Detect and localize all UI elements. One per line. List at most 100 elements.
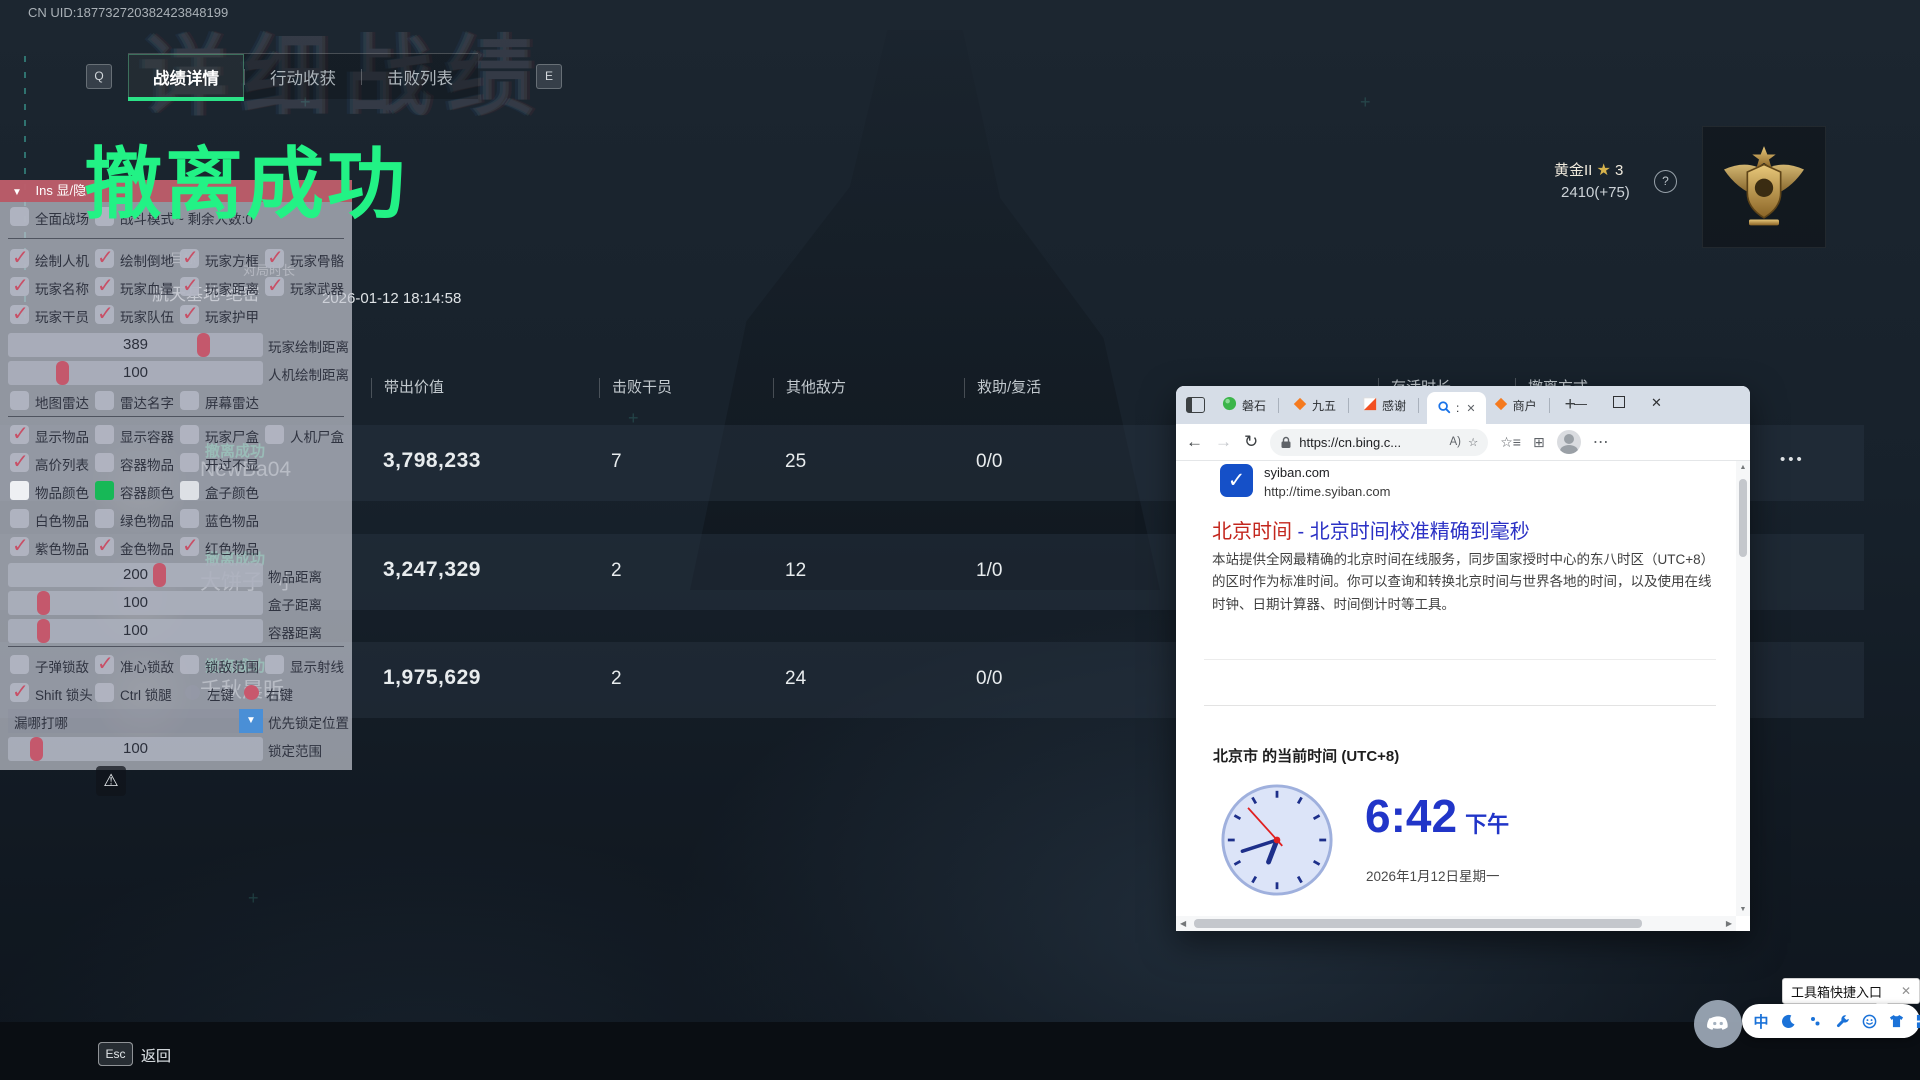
menu-checkbox-白色物品[interactable]	[10, 509, 29, 528]
dropdown-arrow-icon[interactable]: ▼	[239, 709, 263, 733]
menu-slider-物品距离[interactable]: 200	[8, 563, 263, 587]
menu-checkbox-玩家距离[interactable]	[180, 277, 199, 296]
favorite-add-icon[interactable]: ☆	[1468, 435, 1478, 449]
collapse-arrow-icon[interactable]: ▼	[12, 187, 22, 198]
smiley-icon[interactable]	[1860, 1012, 1878, 1030]
result-title-link[interactable]: 北京时间 - 北京时间校准精确到毫秒	[1212, 515, 1530, 544]
menu-checkbox-子弹锁敌[interactable]	[10, 655, 29, 674]
tab-kill-list[interactable]: 击败列表	[362, 54, 478, 99]
settings-more-icon[interactable]: ⋯	[1593, 432, 1609, 452]
menu-checkbox-玩家干员[interactable]	[10, 305, 29, 324]
read-aloud-icon[interactable]: A)	[1449, 436, 1461, 448]
moon-icon[interactable]	[1779, 1012, 1797, 1030]
menu-checkbox-紫色物品[interactable]	[10, 537, 29, 556]
menu-slider-容器距离[interactable]: 100	[8, 619, 263, 643]
shirt-icon[interactable]	[1887, 1012, 1905, 1030]
address-bar[interactable]: https://cn.bing.c... A) ☆	[1270, 429, 1488, 456]
community-app-button[interactable]	[1694, 1000, 1742, 1048]
row-more-button[interactable]: •••	[1780, 451, 1805, 468]
menu-checkbox-开过不显[interactable]	[180, 453, 199, 472]
browser-tab-4[interactable]: :✕	[1427, 392, 1486, 424]
menu-checkbox-雷达名字[interactable]	[95, 391, 114, 410]
menu-slider-handle[interactable]	[153, 563, 166, 587]
menu-checkbox-准心锁敌[interactable]	[95, 655, 114, 674]
wrench-icon[interactable]	[1833, 1012, 1851, 1030]
menu-checkbox-高价列表[interactable]	[10, 453, 29, 472]
menu-color-swatch-物品颜色[interactable]	[10, 481, 29, 500]
browser-tab-5[interactable]: 商户	[1487, 386, 1557, 424]
browser-window[interactable]: 磐石九五感谢:✕商户+ — ✕ ← → ↻ https://cn.bing.c.…	[1176, 386, 1750, 931]
scroll-down-icon[interactable]: ▼	[1736, 906, 1750, 913]
tab-battle-detail[interactable]: 战绩详情	[128, 54, 244, 99]
menu-slider-锁定范围[interactable]: 100	[8, 737, 263, 761]
tab-close-icon[interactable]: ✕	[1466, 402, 1475, 415]
menu-checkbox-金色物品[interactable]	[95, 537, 114, 556]
tab-action-loot[interactable]: 行动收获	[245, 54, 361, 99]
lang-zh-icon[interactable]: 中	[1752, 1012, 1770, 1030]
menu-slider-人机绘制距离[interactable]: 100	[8, 361, 263, 385]
menu-radio-右键[interactable]	[244, 685, 259, 700]
url-text[interactable]: https://cn.bing.c...	[1299, 435, 1442, 450]
menu-checkbox-玩家护甲[interactable]	[180, 305, 199, 324]
menu-checkbox-显示物品[interactable]	[10, 425, 29, 444]
browser-tab-2[interactable]: 九五	[1286, 386, 1356, 424]
menu-checkbox-玩家血量[interactable]	[95, 277, 114, 296]
dots-icon[interactable]	[1806, 1012, 1824, 1030]
menu-checkbox-Shift 锁头[interactable]	[10, 683, 29, 702]
menu-checkbox-全面战场[interactable]	[10, 207, 29, 226]
menu-checkbox-玩家队伍[interactable]	[95, 305, 114, 324]
menu-checkbox-屏幕雷达[interactable]	[180, 391, 199, 410]
menu-slider-handle[interactable]	[37, 591, 50, 615]
scroll-right-icon[interactable]: ▶	[1726, 919, 1732, 928]
help-icon[interactable]: ?	[1654, 170, 1677, 193]
menu-checkbox-红色物品[interactable]	[180, 537, 199, 556]
vertical-scroll-thumb[interactable]	[1739, 479, 1747, 557]
grid-icon[interactable]	[1914, 1012, 1920, 1030]
horizontal-scroll-thumb[interactable]	[1194, 919, 1642, 928]
menu-checkbox-容器物品[interactable]	[95, 453, 114, 472]
menu-slider-handle[interactable]	[56, 361, 69, 385]
menu-checkbox-绘制倒地[interactable]	[95, 249, 114, 268]
menu-checkbox-显示射线[interactable]	[265, 655, 284, 674]
menu-checkbox-玩家名称[interactable]	[10, 277, 29, 296]
menu-slider-玩家绘制距离[interactable]: 389	[8, 333, 263, 357]
forward-button[interactable]: →	[1215, 432, 1232, 452]
tooltip-close-icon[interactable]: ✕	[1901, 984, 1911, 998]
menu-checkbox-玩家骨骼[interactable]	[265, 249, 284, 268]
menu-slider-盒子距离[interactable]: 100	[8, 591, 263, 615]
menu-select-优先锁定位置[interactable]: 漏哪打哪▼	[8, 709, 263, 733]
menu-checkbox-显示容器[interactable]	[95, 425, 114, 444]
horizontal-scrollbar[interactable]: ◀ ▶	[1176, 916, 1736, 931]
menu-checkbox-玩家武器[interactable]	[265, 277, 284, 296]
menu-slider-handle[interactable]	[30, 737, 43, 761]
menu-checkbox-绿色物品[interactable]	[95, 509, 114, 528]
browser-tab-1[interactable]: 磐石	[1215, 386, 1286, 424]
esc-key-button[interactable]: Esc	[98, 1042, 133, 1066]
menu-checkbox-绘制人机[interactable]	[10, 249, 29, 268]
scroll-left-icon[interactable]: ◀	[1180, 919, 1186, 928]
minimize-button[interactable]: —	[1574, 396, 1587, 411]
menu-checkbox-玩家方框[interactable]	[180, 249, 199, 268]
collections-icon[interactable]: ☆≡	[1500, 434, 1521, 451]
vertical-scrollbar[interactable]: ▲ ▼	[1736, 461, 1750, 916]
menu-slider-handle[interactable]	[37, 619, 50, 643]
workspace-icon[interactable]	[1186, 397, 1205, 413]
menu-radio-左键[interactable]	[185, 685, 200, 700]
back-button[interactable]: ←	[1186, 432, 1203, 452]
maximize-button[interactable]	[1613, 396, 1625, 411]
menu-checkbox-蓝色物品[interactable]	[180, 509, 199, 528]
cheat-menu-panel[interactable]: ▼ Ins 显/隐 全面战场战斗模式~ 剩余人数:0绘制人机绘制倒地玩家方框玩家…	[0, 180, 352, 770]
menu-checkbox-Ctrl 锁腿[interactable]	[95, 683, 114, 702]
menu-color-swatch-容器颜色[interactable]	[95, 481, 114, 500]
menu-checkbox-锁敌范围[interactable]	[180, 655, 199, 674]
split-screen-icon[interactable]: ⊞	[1533, 434, 1545, 451]
close-window-button[interactable]: ✕	[1651, 395, 1662, 411]
menu-checkbox-玩家尸盒[interactable]	[180, 425, 199, 444]
reload-button[interactable]: ↻	[1244, 432, 1258, 452]
menu-color-swatch-盒子颜色[interactable]	[180, 481, 199, 500]
browser-tab-3[interactable]: 感谢	[1356, 386, 1426, 424]
menu-checkbox-人机尸盒[interactable]	[265, 425, 284, 444]
profile-avatar[interactable]	[1557, 430, 1581, 454]
scroll-up-icon[interactable]: ▲	[1736, 464, 1750, 471]
menu-slider-handle[interactable]	[197, 333, 210, 357]
